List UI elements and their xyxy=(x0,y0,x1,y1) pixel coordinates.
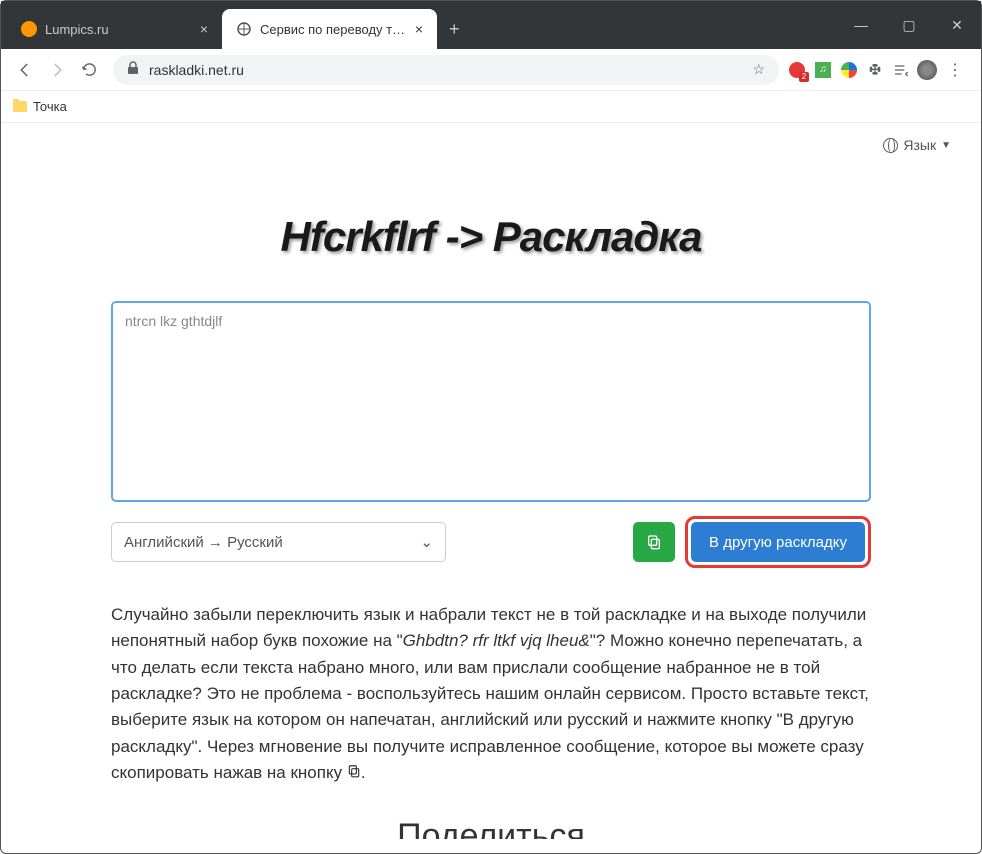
minimize-button[interactable]: — xyxy=(837,1,885,49)
tab-raskladki[interactable]: Сервис по переводу текста в др × xyxy=(222,9,437,49)
profile-avatar[interactable] xyxy=(917,60,937,80)
tab-title: Сервис по переводу текста в др xyxy=(260,22,409,37)
tab-title: Lumpics.ru xyxy=(45,22,194,37)
forward-button[interactable] xyxy=(41,54,73,86)
extension-red-icon[interactable] xyxy=(787,60,807,80)
lock-icon xyxy=(127,61,139,78)
text-input-wrapper xyxy=(111,301,871,502)
page-content: Язык ▼ Hfcrkflrf -> Раскладка Английский… xyxy=(1,123,981,853)
chevron-down-icon: ⌄ xyxy=(420,533,433,551)
browser-toolbar: raskladki.net.ru ☆ ♫ ⋮ xyxy=(1,49,981,91)
extensions-icon[interactable] xyxy=(865,60,885,80)
language-label: Язык xyxy=(903,137,936,153)
favicon-raskladki xyxy=(236,21,252,37)
tab-lumpics[interactable]: Lumpics.ru × xyxy=(7,9,222,49)
star-icon[interactable]: ☆ xyxy=(752,61,765,78)
tab-strip: Lumpics.ru × Сервис по переводу текста в… xyxy=(7,9,472,49)
back-button[interactable] xyxy=(9,54,41,86)
close-icon[interactable]: × xyxy=(200,21,208,37)
reading-list-icon[interactable] xyxy=(891,60,911,80)
extension-green-icon[interactable]: ♫ xyxy=(813,60,833,80)
page-title: Hfcrkflrf -> Раскладка xyxy=(111,213,871,261)
maximize-button[interactable]: ▢ xyxy=(885,1,933,49)
new-tab-button[interactable]: + xyxy=(437,9,472,49)
highlight-annotation: В другую раскладку xyxy=(685,516,871,568)
globe-icon xyxy=(883,138,898,153)
share-heading: Поделиться xyxy=(111,817,871,839)
main-container: Hfcrkflrf -> Раскладка Английский → Русс… xyxy=(111,123,871,853)
window-controls: — ▢ ✕ xyxy=(837,1,981,49)
close-button[interactable]: ✕ xyxy=(933,1,981,49)
convert-button[interactable]: В другую раскладку xyxy=(691,522,865,562)
favicon-lumpics xyxy=(21,21,37,37)
url-text: raskladki.net.ru xyxy=(149,62,244,78)
description-text: Случайно забыли переключить язык и набра… xyxy=(111,602,871,787)
copy-icon xyxy=(646,534,662,550)
bookmark-label: Точка xyxy=(33,99,67,114)
text-input[interactable] xyxy=(113,303,869,495)
close-icon[interactable]: × xyxy=(415,21,423,37)
address-bar[interactable]: raskladki.net.ru ☆ xyxy=(113,55,779,85)
browser-titlebar: Lumpics.ru × Сервис по переводу текста в… xyxy=(1,1,981,49)
copy-icon-inline xyxy=(347,760,361,786)
select-value: Английский → Русский xyxy=(124,534,283,551)
extension-blue-icon[interactable] xyxy=(839,60,859,80)
language-selector[interactable]: Язык ▼ xyxy=(883,137,951,153)
extensions-area: ♫ xyxy=(787,60,937,80)
folder-icon xyxy=(13,101,27,112)
reload-button[interactable] xyxy=(73,54,105,86)
bookmarks-bar: Точка xyxy=(1,91,981,123)
language-direction-select[interactable]: Английский → Русский ⌄ xyxy=(111,522,446,562)
copy-button[interactable] xyxy=(633,522,675,562)
bookmark-tochka[interactable]: Точка xyxy=(13,99,67,114)
controls-row: Английский → Русский ⌄ В другую раскладк… xyxy=(111,516,871,568)
chevron-down-icon: ▼ xyxy=(941,140,951,151)
menu-button[interactable]: ⋮ xyxy=(937,60,973,80)
